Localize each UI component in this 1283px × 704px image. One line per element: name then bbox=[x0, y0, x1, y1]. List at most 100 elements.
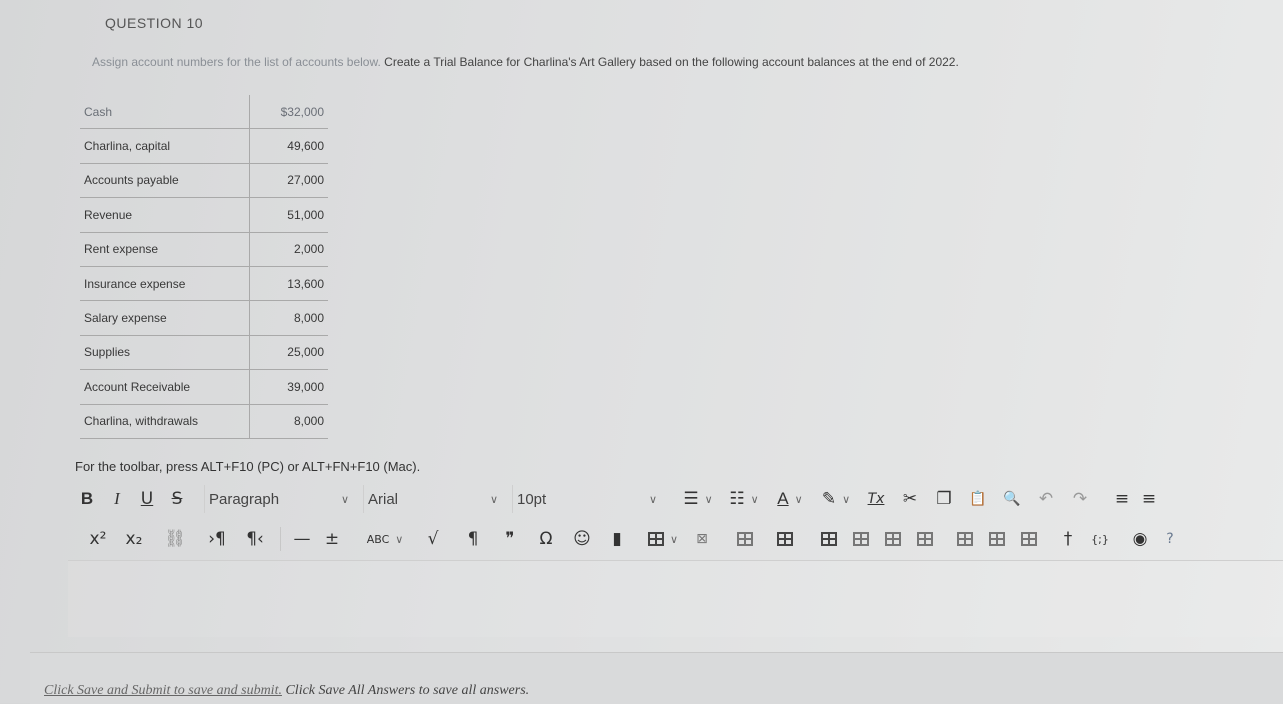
chevron-down-icon: ∨ bbox=[704, 492, 713, 506]
insert-row-before-icon bbox=[821, 532, 837, 546]
insert-row-before-button[interactable] bbox=[813, 525, 845, 553]
chevron-down-icon: ∨ bbox=[842, 492, 851, 506]
horizontal-line-button[interactable]: — bbox=[287, 525, 317, 553]
anchor-button[interactable]: ▮ bbox=[599, 525, 635, 553]
italic-button[interactable]: I bbox=[102, 485, 132, 513]
delete-row-button[interactable] bbox=[877, 525, 909, 553]
account-balances-table: Cash $32,000 Charlina, capital 49,600 Accoun… bbox=[80, 95, 328, 439]
delete-col-button[interactable] bbox=[1013, 525, 1045, 553]
cell-props-button[interactable] bbox=[909, 525, 941, 553]
underline-button[interactable]: U bbox=[132, 485, 162, 513]
insert-col-after-button[interactable] bbox=[981, 525, 1013, 553]
footer-instructions: Click Save and Submit to save and submit… bbox=[44, 683, 529, 699]
find-replace-button[interactable]: 🔍 bbox=[995, 485, 1029, 513]
emoticons-button[interactable]: ☺ bbox=[565, 525, 599, 553]
block-format-select[interactable]: Paragraph ∨ bbox=[204, 485, 353, 513]
table-properties-button[interactable] bbox=[725, 525, 765, 553]
math-equation-button[interactable]: √ bbox=[413, 525, 453, 553]
font-family-select[interactable]: Arial ∨ bbox=[363, 485, 502, 513]
chevron-down-icon: ∨ bbox=[340, 493, 349, 506]
chevron-down-icon: ∨ bbox=[395, 532, 404, 546]
account-amount: 8,000 bbox=[248, 300, 328, 336]
accessibility-checker-button[interactable]: † bbox=[1053, 525, 1083, 553]
table-icon bbox=[647, 532, 664, 546]
special-character-button[interactable]: Ω bbox=[527, 525, 565, 553]
cut-button[interactable]: ✂ bbox=[893, 485, 927, 513]
more-button[interactable]: ≡ bbox=[1137, 485, 1161, 513]
account-name: Insurance expense bbox=[80, 266, 250, 302]
account-name: Charlina, withdrawals bbox=[80, 404, 250, 439]
account-amount: 13,600 bbox=[248, 266, 328, 302]
delete-row-icon bbox=[885, 532, 901, 546]
account-name: Accounts payable bbox=[80, 163, 250, 199]
text-color-button[interactable]: A ∨ bbox=[767, 485, 813, 513]
source-code-button[interactable]: {;} bbox=[1083, 525, 1117, 553]
text-color-icon: A bbox=[777, 489, 789, 508]
redo-button[interactable]: ↷ bbox=[1063, 485, 1097, 513]
table-row-props-button[interactable] bbox=[765, 525, 805, 553]
bold-button[interactable]: B bbox=[72, 485, 102, 513]
clear-formatting-button[interactable]: Tx bbox=[859, 485, 893, 513]
account-name: Charlina, capital bbox=[80, 128, 250, 164]
answer-editor-area[interactable] bbox=[68, 560, 1283, 637]
insert-col-before-button[interactable] bbox=[949, 525, 981, 553]
accessibility-icon: † bbox=[1063, 529, 1073, 549]
toolbar-divider bbox=[280, 527, 281, 551]
menu-icon: ≡ bbox=[1141, 489, 1157, 509]
font-size-value: 10pt bbox=[517, 490, 547, 508]
chevron-down-icon: ∨ bbox=[489, 493, 498, 506]
undo-button[interactable]: ↶ bbox=[1029, 485, 1063, 513]
subscript-button[interactable]: x₂ bbox=[116, 525, 152, 553]
account-name: Supplies bbox=[80, 335, 250, 371]
copy-button[interactable]: ❐ bbox=[927, 485, 961, 513]
rtl-button[interactable]: ¶‹ bbox=[236, 525, 274, 553]
bullet-list-button[interactable]: ☰ ∨ bbox=[675, 485, 721, 513]
unlink-button[interactable]: ⛓ bbox=[152, 525, 198, 553]
paste-button[interactable]: 📋 bbox=[961, 485, 995, 513]
account-amount: 49,600 bbox=[248, 128, 328, 164]
instructions-faded: Assign account numbers for the list of a… bbox=[92, 55, 381, 69]
account-name: Rent expense bbox=[80, 232, 250, 267]
highlight-color-button[interactable]: ✎ ∨ bbox=[813, 485, 859, 513]
ltr-button[interactable]: ›¶ bbox=[198, 525, 236, 553]
strikethrough-button[interactable]: S bbox=[162, 485, 192, 513]
blockquote-button[interactable]: ❞ bbox=[493, 525, 527, 553]
undo-icon: ↶ bbox=[1038, 489, 1054, 509]
align-button[interactable]: ≡ bbox=[1107, 485, 1137, 513]
account-name: Revenue bbox=[80, 197, 250, 233]
numbered-list-button[interactable]: ☷ ∨ bbox=[721, 485, 767, 513]
bookmark-icon: ▮ bbox=[612, 529, 622, 549]
smiley-icon: ☺ bbox=[573, 529, 591, 549]
table-row: Account Receivable 39,000 bbox=[80, 369, 328, 405]
table-row: Charlina, capital 49,600 bbox=[80, 128, 328, 164]
chevron-down-icon: ∨ bbox=[669, 532, 679, 546]
superscript-button[interactable]: x² bbox=[80, 525, 116, 553]
preview-button[interactable]: ◉ bbox=[1123, 525, 1157, 553]
numbered-list-icon: ☷ bbox=[729, 489, 745, 509]
table-button[interactable]: ∨ bbox=[641, 525, 685, 553]
account-name: Cash bbox=[80, 95, 250, 130]
table-row: Charlina, withdrawals 8,000 bbox=[80, 404, 328, 439]
table-row: Accounts payable 27,000 bbox=[80, 163, 328, 199]
spellcheck-button[interactable]: ABC ∨ bbox=[357, 525, 413, 553]
search-icon: 🔍 bbox=[1003, 491, 1021, 507]
account-amount: $32,000 bbox=[248, 95, 328, 130]
spellcheck-icon: ABC bbox=[366, 532, 390, 546]
align-icon: ≡ bbox=[1114, 489, 1130, 509]
chevron-down-icon: ∨ bbox=[794, 492, 803, 506]
instructions-text: Create a Trial Balance for Charlina's Ar… bbox=[384, 55, 959, 69]
account-amount: 25,000 bbox=[248, 335, 328, 371]
font-size-select[interactable]: 10pt ∨ bbox=[512, 485, 661, 513]
question-instructions: Assign account numbers for the list of a… bbox=[92, 55, 959, 69]
clipboard-icon: 📋 bbox=[969, 491, 987, 507]
highlighter-icon: ✎ bbox=[821, 489, 837, 509]
insert-row-after-button[interactable] bbox=[845, 525, 877, 553]
table-row: Revenue 51,000 bbox=[80, 197, 328, 233]
help-icon: ? bbox=[1166, 531, 1174, 547]
show-blocks-button[interactable]: ¶ bbox=[453, 525, 493, 553]
plus-minus-button[interactable]: ± bbox=[317, 525, 347, 553]
delete-table-button[interactable]: ⊠ bbox=[685, 525, 719, 553]
table-row: Rent expense 2,000 bbox=[80, 232, 328, 267]
help-button[interactable]: ? bbox=[1157, 525, 1183, 553]
delete-col-icon bbox=[1021, 532, 1037, 546]
